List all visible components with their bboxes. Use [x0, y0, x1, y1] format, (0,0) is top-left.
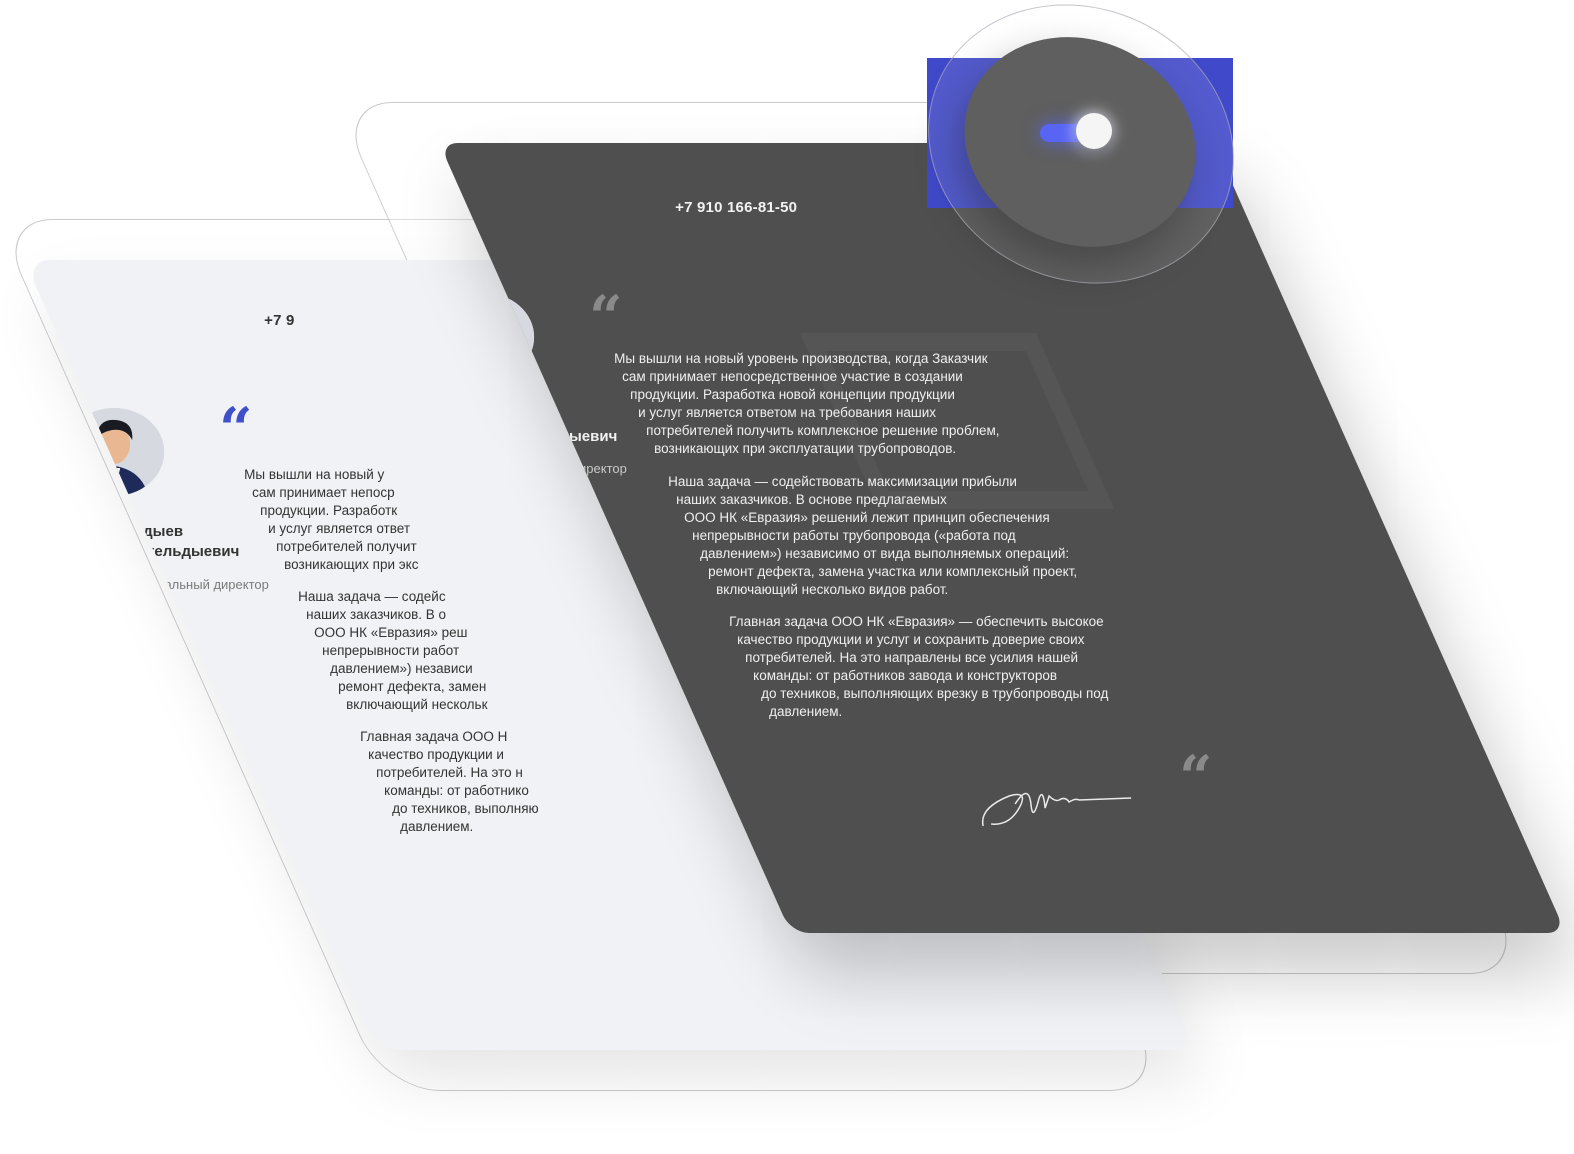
- quote-open-icon: “: [589, 283, 623, 351]
- person-role: Генеральный директор: [129, 577, 269, 592]
- letter-paragraph-3: Главная задача ООО НК «Евразия» — обеспе…: [729, 614, 1109, 719]
- signature-icon: [981, 792, 1132, 827]
- letter-paragraph-1: Мы вышли на новый уровень производства, …: [614, 351, 1000, 456]
- letter-paragraph-1: Мы вышли на новый у сам принимает непоср…: [244, 467, 419, 572]
- letter-paragraph-3: Главная задача ООО Н качество продукции …: [360, 729, 539, 834]
- phone-number: +7 910 166-81-50: [675, 199, 798, 216]
- letter-paragraph-2: Наша задача — содействовать максимизации…: [668, 474, 1078, 597]
- quote-open-icon: “: [219, 395, 253, 463]
- quote-close-icon: “: [1179, 743, 1213, 811]
- promo-illustration: N +7 9 “ Бердыев Денис Амангельдыевич Ге…: [0, 0, 1574, 1154]
- theme-toggle-knob[interactable]: [1076, 113, 1112, 149]
- letter-paragraph-2: Наша задача — содейс наших заказчиков. В…: [298, 589, 488, 712]
- phone-number: +7 9: [264, 312, 295, 329]
